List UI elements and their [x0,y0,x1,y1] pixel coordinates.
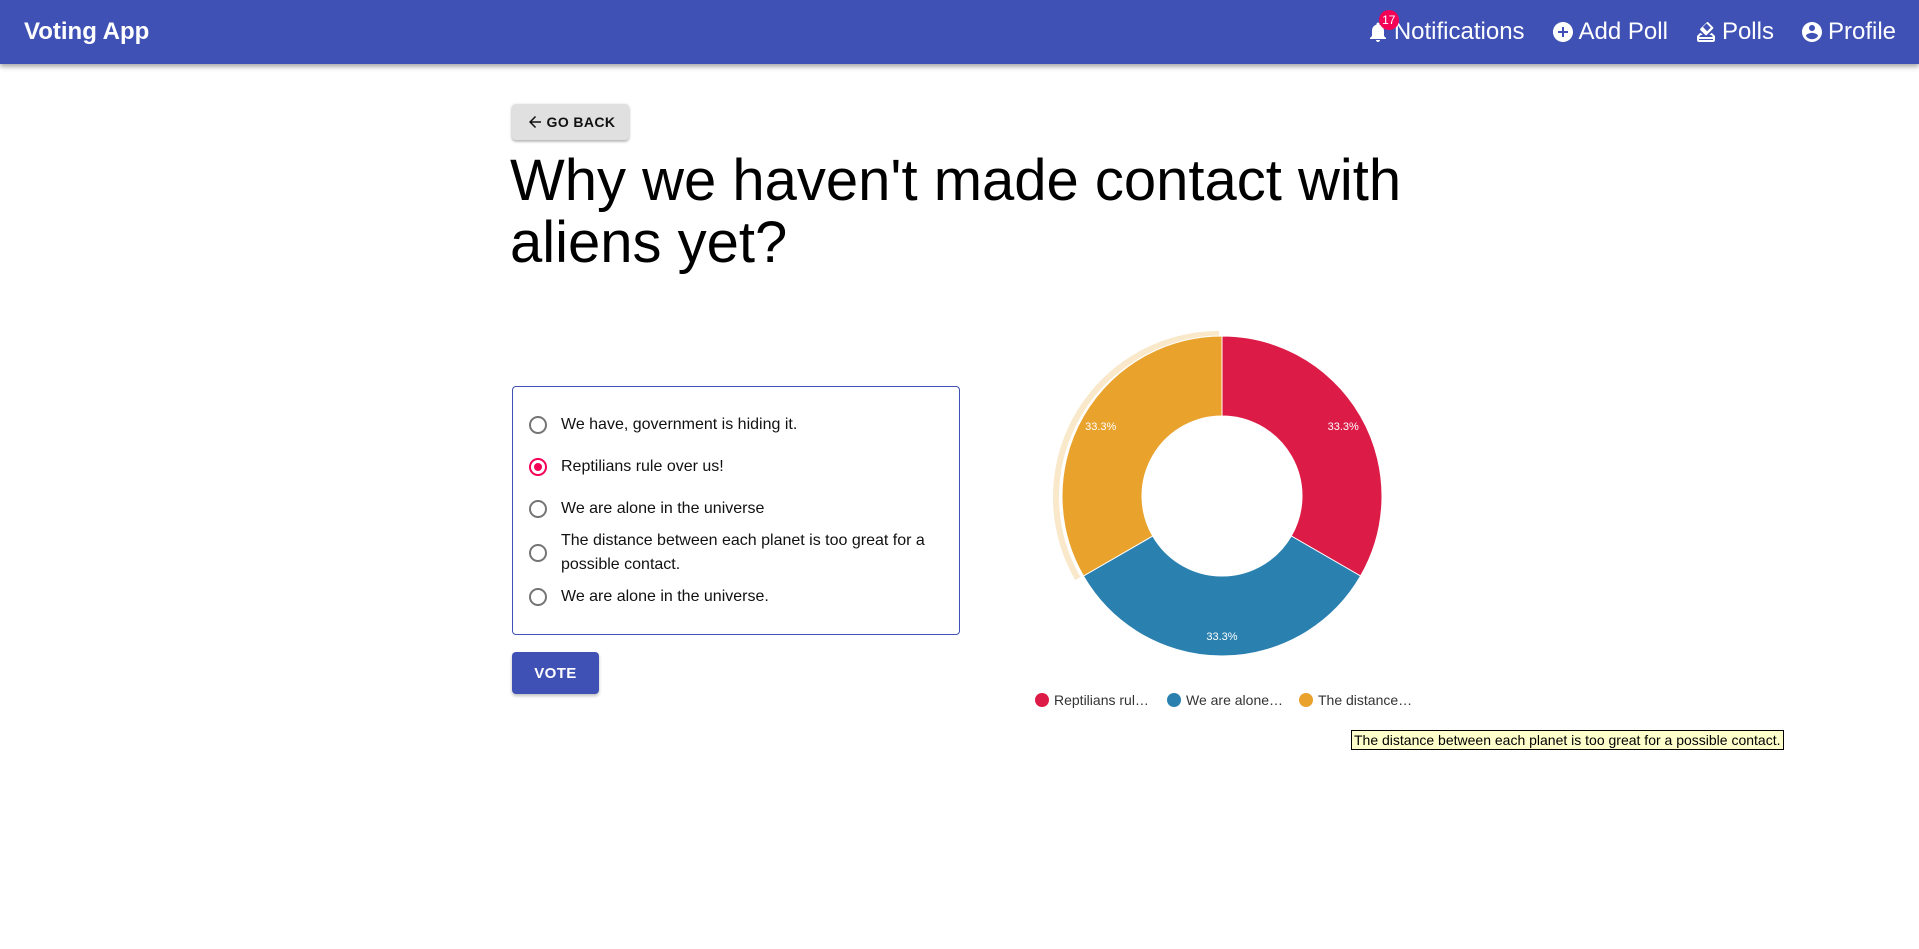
poll-option[interactable]: The distance between each planet is too … [529,529,931,577]
vote-button[interactable]: VOTE [512,652,599,694]
poll-option[interactable]: We are alone in the universe. [529,587,769,609]
nav-profile[interactable]: Profile [1800,18,1896,46]
radio-button[interactable] [529,544,547,562]
poll-option[interactable]: We have, government is hiding it. [529,415,797,437]
poll-option-label: We are alone in the universe [561,500,765,517]
go-back-button[interactable]: GO BACK [512,104,629,140]
poll-option-label: We are alone in the universe. [561,588,769,605]
radio-button[interactable] [529,416,547,434]
data-label-we-are-alone: 33.3% [1206,631,1237,643]
poll-question: Why we haven't made contact with aliens … [510,148,1402,275]
results-donut-chart: 33.3% 33.3% 33.3% Reptilians rul… We are alo… [1035,331,1412,708]
pie-slice-the-distance[interactable] [1061,335,1223,577]
legend-marker [1035,693,1049,707]
legend-item-reptilians-rul[interactable]: Reptilians rul… [1035,692,1149,708]
nav-notifications[interactable]: 17 Notifications [1366,10,1525,46]
poll-option[interactable]: We are alone in the universe [529,499,764,521]
poll-option-label: Reptilians rule over us! [561,458,724,475]
poll-option-label: The distance between each planet is too … [561,532,925,573]
legend-tooltip: The distance between each planet is too … [1351,730,1784,750]
nav-menu: 17 Notifications Add Poll Polls Profile [1340,0,1896,64]
legend-label: Reptilians rul… [1054,692,1149,708]
legend-marker [1167,693,1181,707]
radio-button[interactable] [529,500,547,518]
nav-polls[interactable]: Polls [1694,18,1774,46]
ballot-icon [1694,20,1718,44]
app-bar: Voting App 17 Notifications Add Poll Pol… [0,0,1919,64]
app-title[interactable]: Voting App [24,0,149,64]
poll-option-label: We have, government is hiding it. [561,416,798,433]
nav-profile-label: Profile [1827,18,1896,45]
legend-item-we-are-alone[interactable]: We are alone… [1167,692,1283,708]
arrow-left-icon [528,116,541,128]
bell-icon: 17 [1366,10,1399,44]
radio-button[interactable] [529,588,547,606]
data-label-reptilians-rul: 33.3% [1328,421,1359,433]
go-back-label: GO BACK [546,114,616,130]
data-label-the-distance: 33.3% [1085,421,1116,433]
add-circle-icon [1551,20,1575,44]
poll-option[interactable]: Reptilians rule over us! [529,457,724,479]
legend-label: The distance… [1318,692,1412,708]
notification-count-badge: 17 [1378,10,1399,30]
poll-options-group: We have, government is hiding it. Reptil… [512,386,960,635]
legend-item-the-distance[interactable]: The distance… [1299,692,1412,708]
nav-polls-label: Polls [1721,18,1774,45]
pie-slice-reptilians-rul[interactable] [1221,335,1383,577]
nav-notifications-label: Notifications [1393,18,1525,45]
nav-add-poll[interactable]: Add Poll [1551,18,1668,46]
radio-button[interactable] [529,458,547,476]
legend-marker [1299,693,1313,707]
account-circle-icon [1800,20,1824,44]
nav-add-poll-label: Add Poll [1578,18,1668,45]
legend-label: We are alone… [1186,692,1283,708]
